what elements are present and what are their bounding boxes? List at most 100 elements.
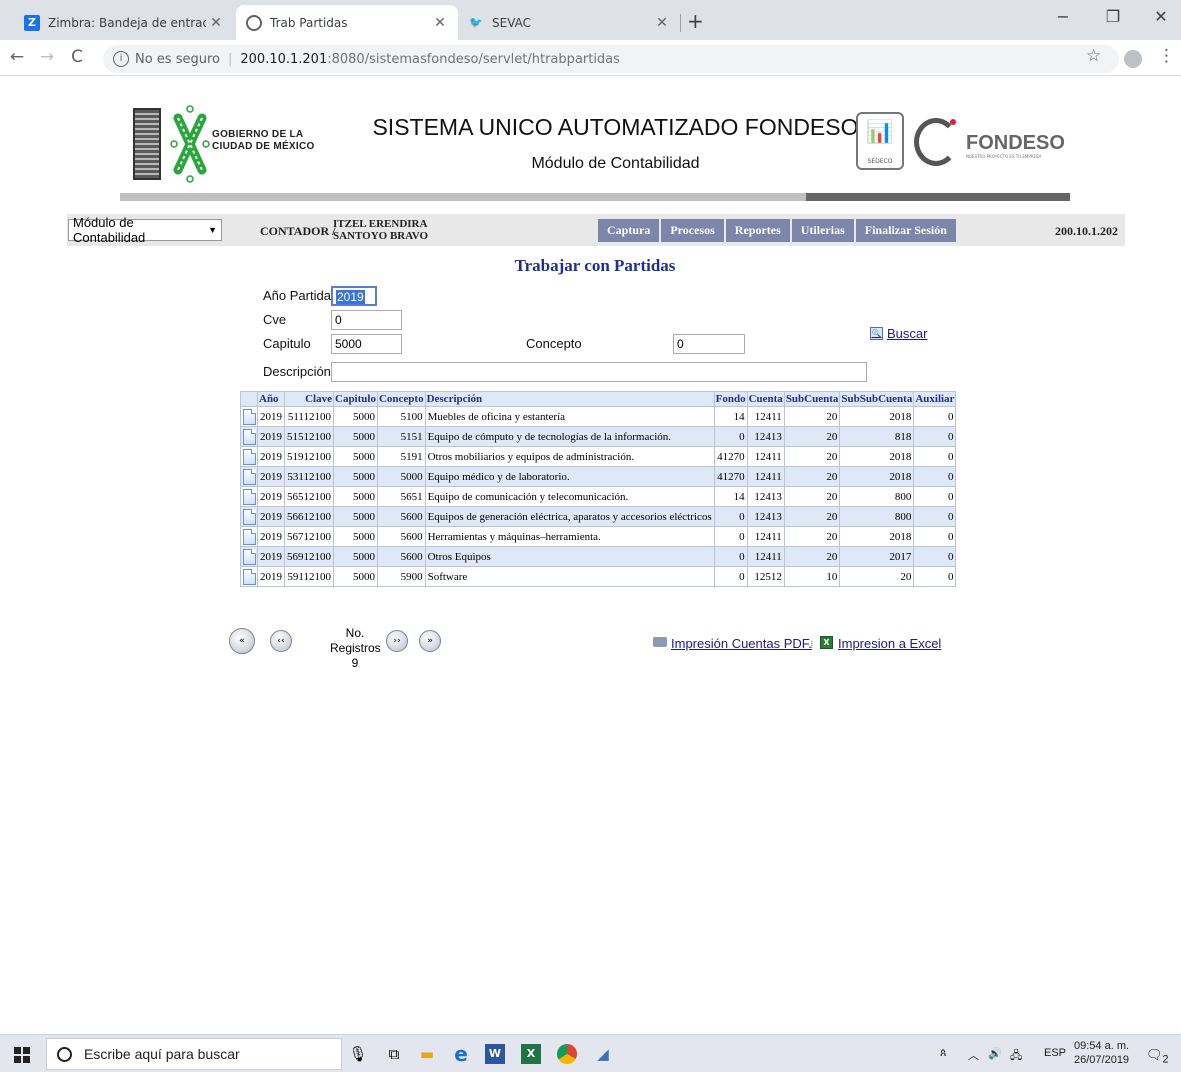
windows-start-icon[interactable]: [14, 1047, 30, 1063]
people-icon[interactable]: ጰ: [940, 1047, 947, 1060]
table-row[interactable]: 2019 53112100 5000 5000 Equipo médico y de l…: [240, 466, 957, 487]
clock-time: 09:54 a. m.: [1074, 1040, 1130, 1052]
table-cell: 0: [913, 546, 957, 567]
table-cell: 0: [913, 406, 957, 427]
last-page-button[interactable]: »: [419, 630, 441, 652]
notifications-icon[interactable]: 🗨2: [1146, 1047, 1169, 1066]
table-cell: 20: [839, 566, 915, 587]
restore-icon[interactable]: ❐: [1090, 7, 1136, 26]
table-cell: 2018: [839, 446, 915, 467]
pdf-print-link[interactable]: Impresión Cuentas PDF.: [671, 636, 812, 651]
microphone-icon[interactable]: 🎙: [348, 1044, 368, 1064]
edge-icon[interactable]: e: [451, 1044, 471, 1064]
table-cell: 2019: [257, 566, 285, 587]
word-icon[interactable]: W: [485, 1044, 505, 1064]
task-view-icon[interactable]: ⧉: [384, 1044, 404, 1064]
close-icon[interactable]: ✕: [206, 15, 226, 31]
row-select-cell[interactable]: [240, 426, 258, 447]
row-select-cell[interactable]: [240, 546, 258, 567]
language-indicator[interactable]: ESP: [1044, 1047, 1066, 1059]
table-header-row: Año Clave Capitulo Concepto Descripción …: [240, 391, 957, 407]
back-icon[interactable]: ←: [6, 46, 28, 68]
minimize-icon[interactable]: −: [1040, 7, 1086, 26]
document-icon[interactable]: [243, 428, 256, 445]
row-select-cell[interactable]: [240, 566, 258, 587]
app-pen-icon[interactable]: ◢: [593, 1044, 613, 1064]
close-icon[interactable]: ✕: [652, 15, 672, 31]
anio-input[interactable]: 2019: [331, 286, 377, 306]
row-select-cell[interactable]: [240, 466, 258, 487]
bookmark-star-icon[interactable]: ☆: [1086, 46, 1101, 66]
table-cell: 2019: [257, 546, 285, 567]
table-cell: 10: [783, 566, 841, 587]
table-row[interactable]: 2019 56712100 5000 5600 Herramientas y máqui…: [240, 526, 957, 547]
header-divider: [120, 193, 1070, 201]
menu-reportes[interactable]: Reportes: [726, 219, 792, 242]
tab-trab-partidas[interactable]: Trab Partidas ✕: [236, 5, 458, 40]
prev-page-button[interactable]: ‹‹: [270, 630, 292, 652]
taskbar-clock[interactable]: 09:54 a. m. 26/07/2019: [1074, 1039, 1129, 1067]
document-icon[interactable]: [243, 548, 256, 565]
document-icon[interactable]: [243, 528, 256, 545]
row-select-cell[interactable]: [240, 526, 258, 547]
table-cell: 20: [783, 506, 841, 527]
next-page-button[interactable]: ››: [386, 630, 408, 652]
table-cell: 5000: [333, 406, 378, 427]
url-path: :8080/sistemasfondeso/servlet/htrabparti…: [327, 51, 620, 67]
document-icon[interactable]: [243, 508, 256, 525]
row-select-cell[interactable]: [240, 446, 258, 467]
table-row[interactable]: 2019 51512100 5000 5151 Equipo de cómputo y …: [240, 426, 957, 447]
menu-captura[interactable]: Captura: [598, 219, 662, 242]
window-close-icon[interactable]: ✕: [1138, 7, 1181, 26]
menu-finalizar-sesion[interactable]: Finalizar Sesión: [856, 219, 956, 242]
new-tab-icon[interactable]: +: [687, 9, 704, 33]
row-select-cell[interactable]: [240, 406, 258, 427]
menu-utilerias[interactable]: Utilerias: [792, 219, 856, 242]
document-icon[interactable]: [243, 468, 256, 485]
table-cell: 800: [839, 506, 915, 527]
document-icon[interactable]: [243, 488, 256, 505]
network-icon[interactable]: 🖧: [1010, 1047, 1022, 1066]
volume-icon[interactable]: 🔊: [988, 1047, 1002, 1060]
document-icon[interactable]: [243, 448, 256, 465]
file-explorer-icon[interactable]: ▬: [417, 1044, 437, 1064]
buscar-link[interactable]: 🔍 Buscar: [870, 326, 927, 341]
table-row[interactable]: 2019 59112100 5000 5900 Software 0 12512 10 20 0: [240, 566, 957, 587]
table-row[interactable]: 2019 51112100 5000 5100 Muebles de oficina y…: [240, 406, 957, 427]
cve-input[interactable]: 0: [331, 310, 402, 330]
table-row[interactable]: 2019 56512100 5000 5651 Equipo de comunicaci…: [240, 486, 957, 507]
notification-count: 2: [1162, 1053, 1169, 1066]
excel-app-icon[interactable]: X: [521, 1044, 541, 1064]
tray-chevron-icon[interactable]: ︿: [968, 1047, 979, 1063]
table-row[interactable]: 2019 56912100 5000 5600 Otros Equipos 0 12411 2…: [240, 546, 957, 567]
table-row[interactable]: 2019 51912100 5000 5191 Otros mobiliarios y …: [240, 446, 957, 467]
row-select-cell[interactable]: [240, 486, 258, 507]
chrome-icon[interactable]: [557, 1044, 577, 1064]
concepto-input[interactable]: 0: [673, 334, 745, 354]
excel-export-link[interactable]: Impresion a Excel: [838, 636, 941, 651]
capitulo-input[interactable]: 5000: [331, 334, 402, 354]
table-cell: 2019: [257, 506, 285, 527]
info-icon[interactable]: i: [113, 51, 129, 67]
table-cell: 12411: [746, 546, 785, 567]
first-page-button[interactable]: «: [229, 628, 255, 654]
fondeso-ring-icon: [914, 118, 958, 166]
profile-avatar-icon[interactable]: [1124, 50, 1142, 68]
descripcion-input[interactable]: [331, 362, 867, 382]
tab-sevac[interactable]: 🐦 SEVAC ✕: [458, 5, 680, 40]
close-icon[interactable]: ✕: [430, 15, 450, 31]
module-select[interactable]: Módulo de Contabilidad ▼: [68, 215, 222, 245]
table-cell: 5000: [376, 466, 426, 487]
table-cell: 41270: [713, 466, 748, 487]
address-bar[interactable]: i No es seguro | 200.10.1.201:8080/siste…: [103, 45, 1119, 73]
reload-icon[interactable]: C: [66, 46, 88, 68]
menu-kebab-icon[interactable]: ⋮: [1158, 46, 1175, 66]
document-icon[interactable]: [243, 568, 256, 585]
document-icon[interactable]: [243, 408, 256, 425]
tab-zimbra[interactable]: Z Zimbra: Bandeja de entrada ✕: [14, 5, 234, 40]
forward-icon[interactable]: →: [36, 46, 58, 68]
table-row[interactable]: 2019 56612100 5000 5600 Equipos de generació…: [240, 506, 957, 527]
row-select-cell[interactable]: [240, 506, 258, 527]
taskbar-search[interactable]: Escribe aquí para buscar: [46, 1038, 342, 1070]
menu-procesos[interactable]: Procesos: [661, 219, 726, 242]
